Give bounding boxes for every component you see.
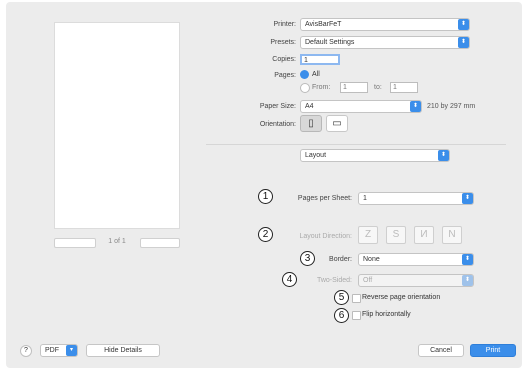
- print-dialog: 1 of 1 Printer: AvisBarFeT ⬍ Presets: De…: [6, 2, 522, 368]
- border-label: Border:: [329, 256, 352, 263]
- landscape-icon: ▭: [332, 118, 342, 129]
- chevron-down-icon: ▾: [66, 345, 77, 356]
- copies-label: Copies:: [272, 56, 296, 63]
- flip-horizontally-checkbox[interactable]: [352, 311, 361, 320]
- presets-select[interactable]: Default Settings ⬍: [300, 36, 470, 49]
- chevron-updown-icon: ⬍: [462, 254, 473, 265]
- pages-all-label: All: [312, 71, 320, 78]
- section-divider: [206, 144, 506, 145]
- chevron-updown-icon: ⬍: [438, 150, 449, 161]
- border-value: None: [363, 256, 380, 263]
- two-sided-select[interactable]: Off ⬍: [358, 274, 474, 287]
- callout-5: 5: [334, 290, 349, 305]
- help-button[interactable]: ?: [20, 345, 32, 357]
- pages-label: Pages:: [274, 72, 296, 79]
- border-select[interactable]: None ⬍: [358, 253, 474, 266]
- pages-all-radio[interactable]: [300, 70, 309, 79]
- callout-3: 3: [300, 251, 315, 266]
- cancel-button[interactable]: Cancel: [418, 344, 464, 357]
- layout-direction-s-button[interactable]: S: [386, 226, 406, 244]
- n-direction-icon: N: [448, 229, 456, 240]
- chevron-updown-icon: ⬍: [410, 101, 421, 112]
- layout-direction-label: Layout Direction:: [299, 233, 352, 240]
- preview-nav-left[interactable]: [54, 238, 96, 248]
- printer-value: AvisBarFeT: [305, 21, 342, 28]
- pages-to-input[interactable]: 1: [390, 82, 418, 93]
- orientation-landscape-button[interactable]: ▭: [326, 115, 348, 132]
- paper-size-value: A4: [305, 103, 314, 110]
- s-direction-icon: S: [392, 229, 400, 240]
- pdf-menu-button[interactable]: PDF ▾: [40, 344, 78, 357]
- orientation-label: Orientation:: [259, 121, 296, 128]
- pages-from-label: From:: [312, 84, 331, 91]
- two-sided-value: Off: [363, 277, 373, 284]
- portrait-icon: ▯: [308, 118, 314, 129]
- chevron-updown-icon: ⬍: [462, 193, 473, 204]
- orientation-portrait-button[interactable]: ▯: [300, 115, 322, 132]
- presets-value: Default Settings: [305, 39, 355, 46]
- paper-dimensions: 210 by 297 mm: [427, 103, 476, 110]
- pages-from-radio[interactable]: [300, 83, 310, 93]
- z-direction-icon: Z: [364, 229, 372, 240]
- section-value: Layout: [305, 152, 327, 159]
- pages-per-sheet-select[interactable]: 1 ⬍: [358, 192, 474, 205]
- paper-size-label: Paper Size:: [259, 103, 296, 110]
- callout-2: 2: [258, 227, 273, 242]
- reverse-orientation-checkbox[interactable]: [352, 294, 361, 303]
- chevron-updown-icon: ⬍: [462, 275, 473, 286]
- flip-horizontally-label: Flip horizontally: [362, 311, 411, 318]
- callout-1: 1: [258, 189, 273, 204]
- section-select[interactable]: Layout ⬍: [300, 149, 450, 162]
- print-button[interactable]: Print: [470, 344, 516, 357]
- callout-4: 4: [282, 272, 297, 287]
- chevron-updown-icon: ⬍: [458, 19, 469, 30]
- printer-select[interactable]: AvisBarFeT ⬍: [300, 18, 470, 31]
- two-sided-label: Two-Sided:: [316, 277, 352, 284]
- printer-label: Printer:: [273, 21, 296, 28]
- layout-direction-n-button[interactable]: N: [442, 226, 462, 244]
- callout-6: 6: [334, 308, 349, 323]
- reverse-z-direction-icon: И: [420, 229, 428, 240]
- pages-per-sheet-label: Pages per Sheet:: [297, 195, 352, 202]
- pdf-label: PDF: [45, 347, 59, 354]
- page-preview: [54, 22, 180, 229]
- preview-nav-right[interactable]: [140, 238, 180, 248]
- chevron-updown-icon: ⬍: [458, 37, 469, 48]
- pages-from-input[interactable]: 1: [340, 82, 368, 93]
- pages-to-label: to:: [374, 84, 382, 91]
- copies-input[interactable]: 1: [300, 54, 340, 65]
- layout-direction-z-button[interactable]: Z: [358, 226, 378, 244]
- hide-details-button[interactable]: Hide Details: [86, 344, 160, 357]
- layout-direction-reverse-z-button[interactable]: И: [414, 226, 434, 244]
- reverse-orientation-label: Reverse page orientation: [362, 294, 441, 301]
- paper-size-select[interactable]: A4 ⬍: [300, 100, 422, 113]
- pages-per-sheet-value: 1: [363, 195, 367, 202]
- presets-label: Presets:: [270, 39, 296, 46]
- preview-page-range: 1 of 1: [108, 238, 126, 245]
